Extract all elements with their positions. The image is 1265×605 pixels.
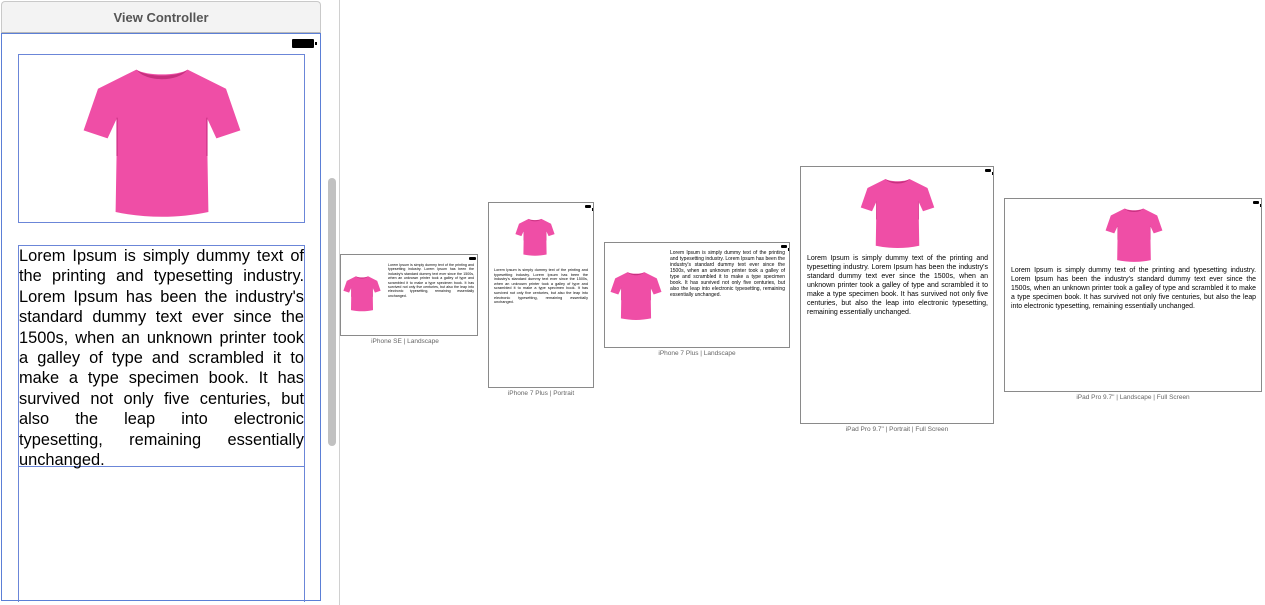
preview-iphone-7-plus-portrait[interactable]: Lorem Ipsum is simply dummy text of the … <box>488 202 594 388</box>
preview-ipad-pro-portrait[interactable]: Lorem Ipsum is simply dummy text of the … <box>800 166 994 424</box>
preview-text: Lorem Ipsum is simply dummy text of the … <box>1011 267 1256 310</box>
preview-text: Lorem Ipsum is simply dummy text of the … <box>388 263 474 298</box>
tshirt-image <box>1105 204 1163 264</box>
preview-caption: iPhone 7 Plus | Landscape <box>658 350 736 357</box>
preview-text: Lorem Ipsum is simply dummy text of the … <box>494 268 588 305</box>
preview-caption: iPhone SE | Landscape <box>371 338 439 345</box>
battery-icon <box>585 205 593 211</box>
battery-icon <box>292 39 317 48</box>
scene-title-bar[interactable]: View Controller <box>1 1 321 33</box>
view-controller-canvas[interactable]: Lorem Ipsum is simply dummy text of the … <box>1 33 321 602</box>
text-label[interactable]: Lorem Ipsum is simply dummy text of the … <box>18 245 305 469</box>
tshirt-image <box>82 58 242 222</box>
preview-caption: iPad Pro 9.7" | Landscape | Full Screen <box>1076 394 1190 401</box>
preview-iphone-7-plus-landscape[interactable]: Lorem Ipsum is simply dummy text of the … <box>604 242 790 348</box>
preview-text: Lorem Ipsum is simply dummy text of the … <box>670 250 785 298</box>
scene-title: View Controller <box>113 10 209 25</box>
preview-caption: iPhone 7 Plus | Portrait <box>507 390 575 397</box>
tshirt-image <box>515 208 555 265</box>
tshirt-image <box>343 273 381 313</box>
battery-icon <box>781 245 789 251</box>
tshirt-image <box>610 265 662 325</box>
empty-view-area <box>18 466 305 602</box>
preview-iphone-se-landscape[interactable]: Lorem Ipsum is simply dummy text of the … <box>340 254 478 336</box>
scrollbar-thumb[interactable] <box>328 178 336 446</box>
storyboard-scene[interactable]: View Controller Lorem Ipsum is simply du… <box>0 0 323 605</box>
preview-ipad-pro-landscape[interactable]: Lorem Ipsum is simply dummy text of the … <box>1004 198 1262 392</box>
tshirt-image <box>860 172 935 252</box>
image-view[interactable] <box>18 54 305 223</box>
preview-text: Lorem Ipsum is simply dummy text of the … <box>807 255 988 316</box>
battery-icon <box>1253 201 1261 207</box>
battery-icon <box>985 169 993 175</box>
preview-caption: iPad Pro 9.7" | Portrait | Full Screen <box>845 426 949 433</box>
battery-icon <box>469 257 476 260</box>
